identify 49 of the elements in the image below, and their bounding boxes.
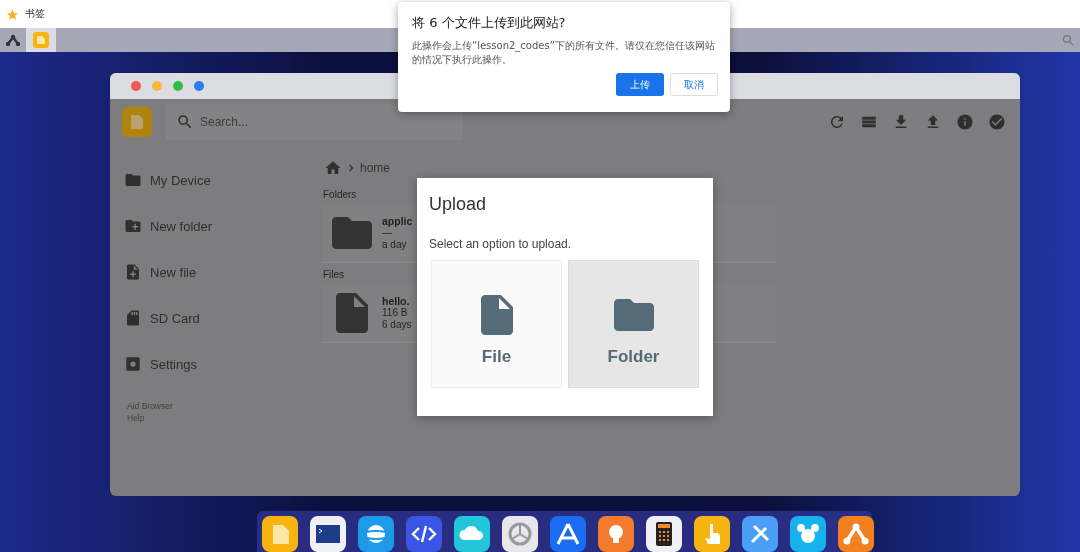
nodes-icon[interactable] [838,516,874,552]
file-app-icon[interactable] [262,516,298,552]
item-modified: a day [382,239,408,251]
search-placeholder: Search... [200,115,249,129]
hand-pointer-icon[interactable] [694,516,730,552]
sidebar-item[interactable]: SD Card [150,310,200,326]
item-size: — [382,227,393,239]
sidebar-item[interactable]: My Device [150,172,211,188]
search-icon [176,113,194,131]
calculator-icon[interactable] [646,516,682,552]
item-size: 116 B [382,307,409,319]
new-folder-icon [124,217,142,235]
section-heading: Folders [323,189,358,200]
refresh-icon[interactable] [828,113,846,131]
item-modified: 6 days [382,319,412,331]
search-field[interactable]: Search... [166,104,463,140]
dialog-title: 将 6 个文件上传到此网站? [412,14,567,32]
item-name: applic [382,215,413,227]
star-icon [6,7,19,21]
info-icon[interactable] [956,113,974,131]
sidebar-item[interactable]: New folder [150,218,213,234]
sd-card-icon [124,309,142,327]
animal-head-icon[interactable] [790,516,826,552]
nodes-icon [5,34,21,46]
cancel-button[interactable]: 取消 [670,73,718,96]
cloud-icon[interactable] [454,516,490,552]
file-option[interactable]: File [431,260,562,388]
window-control-button[interactable] [194,81,204,91]
folder-icon [124,171,142,189]
appstore-icon[interactable] [550,516,586,552]
new-file-icon [124,263,142,281]
gear-icon[interactable] [502,516,538,552]
home-icon[interactable] [324,159,342,177]
terminal-icon[interactable] [310,516,346,552]
lightbulb-icon[interactable] [598,516,634,552]
folder-option[interactable]: Folder [568,260,699,388]
planet-icon[interactable] [358,516,394,552]
item-name: hello. [382,295,411,307]
dialog-title: Upload [429,194,488,215]
breadcrumb-link[interactable]: home [360,161,391,175]
upload-button[interactable]: 上传 [616,73,664,96]
dialog-message: 此操作会上传“lesson2_codes”下的所有文件。请仅在您信任该网站的情况下执行此操作。 [412,39,716,67]
section-heading: Files [323,269,346,280]
dialog-message: Select an option to upload. [429,237,573,251]
sidebar-item[interactable]: New file [150,264,197,280]
code-icon[interactable] [406,516,442,552]
file-app-icon [33,32,49,48]
bookmarks-label[interactable]: 书签 [25,7,45,21]
sidebar-item[interactable]: Settings [150,356,197,372]
